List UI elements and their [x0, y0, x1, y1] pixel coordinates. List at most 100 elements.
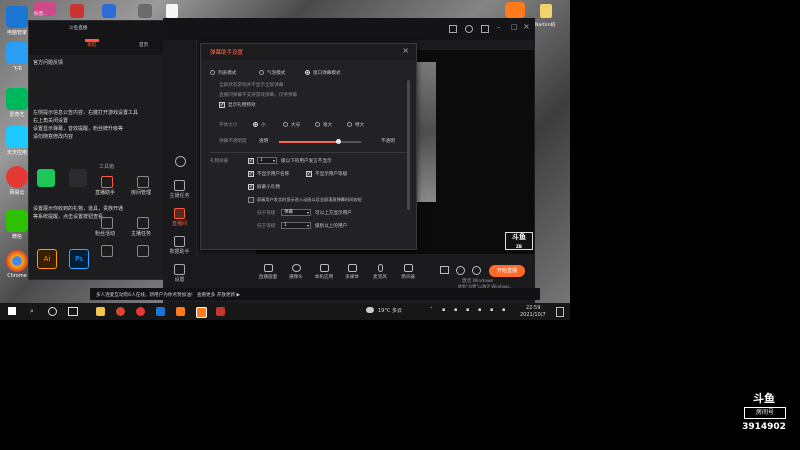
tray-shield-icon[interactable]: ▪: [466, 307, 469, 313]
tab-launch[interactable]: 发起: [87, 42, 96, 48]
dialog-titlebar: 弹幕助手设置 ×: [201, 44, 416, 60]
toolbox-icon-task[interactable]: [137, 217, 149, 229]
level-select-2[interactable]: 1: [281, 222, 311, 229]
maximize-icon[interactable]: □: [511, 23, 518, 31]
hint-text: 全屏状态游戏并不显示全屏弹幕: [219, 83, 284, 88]
filter-checkbox[interactable]: ✓: [248, 158, 254, 164]
taskbar-app-icon[interactable]: [216, 307, 225, 316]
app-icon-chrome[interactable]: [6, 250, 28, 272]
app-icon-photoshop[interactable]: Ps: [69, 249, 89, 269]
hide-level-checkbox[interactable]: ✓: [306, 171, 312, 177]
app-icon-iqiyi-tile[interactable]: [37, 169, 55, 187]
gear-small-icon[interactable]: [472, 266, 481, 275]
close-window-icon[interactable]: ×: [523, 22, 530, 31]
font-size-option: 小: [261, 123, 266, 128]
app-icon-dark-tile[interactable]: [69, 169, 87, 187]
block-entry-label: 屏蔽用户发言时显示进入动画以及全屏滚屏弹幕时间较短: [257, 197, 362, 202]
tool-screen-capture[interactable]: 直播画面: [256, 264, 280, 280]
app-icon-wechat[interactable]: [6, 210, 28, 232]
hide-username-checkbox[interactable]: ✓: [248, 171, 254, 177]
minimize-icon[interactable]: –: [497, 23, 501, 31]
tool-media[interactable]: 多媒体: [340, 264, 364, 280]
app-icon-orange[interactable]: [505, 2, 525, 18]
notification-bar[interactable]: 多人连麦互动有6人在线，新用户为你点赞加油！ 查看更多 开放更新 ▶: [90, 288, 540, 300]
nav-settings[interactable]: 设置: [163, 262, 196, 286]
clock-icon[interactable]: [175, 156, 186, 167]
app-icon-gray[interactable]: [138, 4, 152, 18]
toolbox-icon-fans[interactable]: [101, 217, 113, 229]
radio-bubble-mode[interactable]: [259, 70, 264, 75]
taskbar-douyu-active-icon[interactable]: [196, 307, 207, 318]
tool-local-app[interactable]: 本机应用: [312, 264, 336, 280]
radio-list-mode[interactable]: [210, 70, 215, 75]
block-small-gift-checkbox[interactable]: ✓: [248, 184, 254, 190]
eye-icon[interactable]: [456, 266, 465, 275]
tray-volume-icon[interactable]: ▪: [490, 307, 493, 313]
filter-level-select[interactable]: 1: [257, 157, 277, 164]
tray-app-icon[interactable]: ▪: [442, 307, 445, 313]
block-entry-checkbox[interactable]: [248, 197, 254, 203]
toolbox-icon-assistant[interactable]: [101, 176, 113, 188]
clock-date[interactable]: 2021/10/7: [520, 312, 546, 318]
toolbox-label: 工具箱: [99, 164, 115, 170]
cloud-icon: [366, 307, 374, 313]
taskbar-douyu-icon[interactable]: [176, 307, 185, 316]
opacity-slider[interactable]: [279, 139, 361, 144]
radio-font-xlarge[interactable]: [315, 122, 320, 127]
radio-font-xxlarge[interactable]: [347, 122, 352, 127]
tray-up-icon[interactable]: ˄: [430, 307, 433, 313]
tool-speaker[interactable]: 扬声器: [396, 264, 420, 280]
app-icon-red[interactable]: [70, 4, 84, 18]
close-icon[interactable]: ×: [402, 46, 409, 55]
room-number: 3914902: [742, 422, 786, 432]
lock-icon[interactable]: [449, 25, 457, 33]
nav-live-room[interactable]: 直播间: [163, 206, 196, 230]
app-icon-netease-music[interactable]: [6, 166, 28, 188]
taskbar-chrome-icon[interactable]: [116, 307, 125, 316]
radio-font-large[interactable]: [283, 122, 288, 127]
nav-anchor-task[interactable]: 主播任务: [163, 178, 196, 202]
gear-icon: [174, 264, 185, 275]
start-live-button[interactable]: 开始直播: [489, 265, 525, 277]
app-icon-iqiyi[interactable]: [6, 88, 28, 110]
opacity-slider-handle[interactable]: [336, 139, 342, 144]
tray-wifi-icon[interactable]: ▪: [478, 307, 481, 313]
record-icon[interactable]: [440, 266, 449, 274]
tray-network-icon[interactable]: ▪: [454, 307, 457, 313]
font-size-option: 很大: [323, 123, 333, 128]
clock-time[interactable]: 22:59: [526, 305, 540, 311]
task-view-icon[interactable]: [68, 307, 78, 316]
toolbox-icon-room[interactable]: [137, 176, 149, 188]
weather-text[interactable]: 19°C 多云: [378, 307, 402, 314]
app-icon-illustrator[interactable]: Ai: [37, 249, 57, 269]
settings-icon[interactable]: [465, 25, 473, 33]
taskbar-music-icon[interactable]: [136, 307, 145, 316]
dialog-scrollbar[interactable]: [407, 80, 410, 210]
radio-font-small[interactable]: [253, 122, 258, 127]
search-icon[interactable]: ⌕: [30, 307, 34, 316]
notification-center-icon[interactable]: [556, 307, 564, 317]
toolbox-icon-download[interactable]: [101, 245, 113, 257]
app-icon-blue[interactable]: [102, 4, 116, 18]
tab-home[interactable]: 首页: [139, 42, 148, 48]
font-size-label: 字体大小: [219, 123, 238, 128]
level-select-1[interactable]: 弹幕: [281, 209, 311, 216]
opacity-slider-fill: [279, 141, 339, 143]
cortana-icon[interactable]: [48, 307, 57, 316]
file-icon[interactable]: [166, 4, 178, 18]
nav-data-assistant[interactable]: 数据助手: [163, 234, 196, 258]
message-icon[interactable]: [481, 25, 489, 33]
tray-ime-icon[interactable]: ▪: [502, 307, 505, 313]
show-effects-checkbox[interactable]: ✓: [219, 102, 225, 108]
taskbar-explorer-icon[interactable]: [96, 307, 105, 316]
taskbar-manager-icon[interactable]: [156, 307, 165, 316]
tool-camera[interactable]: 摄像头: [284, 264, 308, 280]
app-icon-feishu[interactable]: [6, 42, 28, 64]
tool-microphone[interactable]: 麦克风: [368, 264, 392, 280]
toolbox-icon-more[interactable]: [137, 245, 149, 257]
folder-icon[interactable]: [540, 4, 552, 18]
app-icon-app-store[interactable]: [6, 126, 28, 148]
windows-taskbar: ⌕ 19°C 多云 ˄ ▪ ▪ ▪ ▪ ▪ ▪ 22:59 2021/10/7: [0, 303, 570, 320]
radio-window-mode[interactable]: [305, 70, 310, 75]
windows-start-icon[interactable]: [8, 307, 16, 315]
